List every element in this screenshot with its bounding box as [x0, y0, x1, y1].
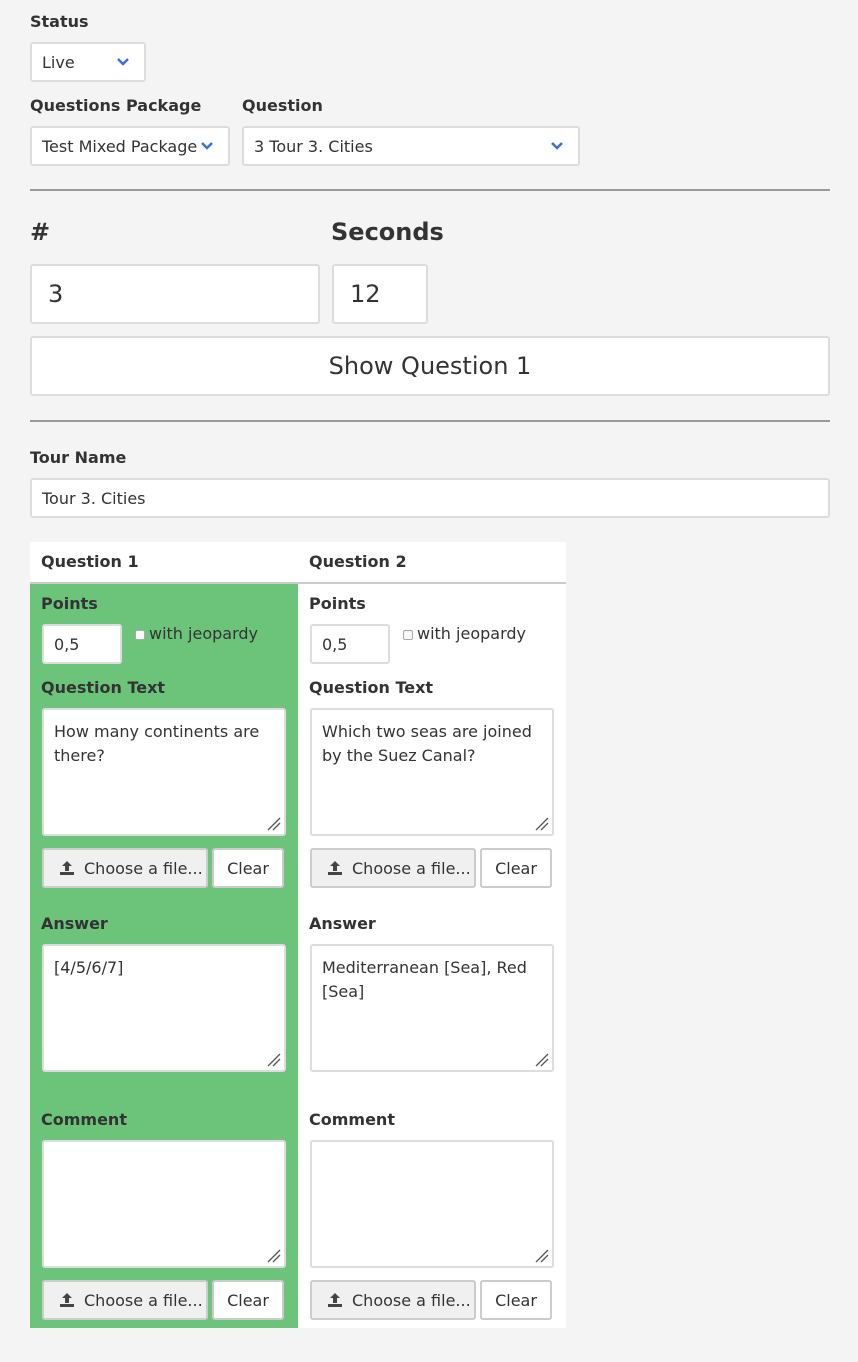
clear-button[interactable]: Clear — [212, 848, 284, 888]
question-text-value: How many continents are there? — [54, 722, 260, 765]
status-label: Status — [30, 12, 89, 31]
tab-question-1[interactable]: Question 1 — [41, 552, 139, 571]
comment-label: Comment — [41, 1110, 127, 1129]
upload-icon — [328, 1293, 342, 1307]
question-select-label: Question — [242, 96, 323, 115]
points-label: Points — [309, 594, 366, 613]
show-question-button[interactable]: Show Question 1 — [30, 336, 830, 396]
tour-name-input[interactable]: Tour 3. Cities — [30, 478, 830, 518]
question-text-label: Question Text — [309, 678, 434, 697]
points-label: Points — [41, 594, 98, 613]
comment-label: Comment — [309, 1110, 395, 1129]
seconds-input[interactable]: 12 — [332, 264, 428, 324]
jeopardy-label: with jeopardy — [149, 624, 258, 643]
chevron-down-icon — [201, 142, 213, 150]
answer-value: Mediterranean [Sea], Red [Sea] — [322, 958, 527, 1001]
answer-label: Answer — [41, 914, 108, 933]
question-text-label: Question Text — [41, 678, 166, 697]
question-text-value: Which two seas are joined by the Suez Ca… — [322, 722, 532, 765]
divider — [30, 189, 830, 191]
choose-file-button[interactable]: Choose a file... — [42, 848, 208, 888]
choose-file-button[interactable]: Choose a file... — [310, 1280, 476, 1320]
jeopardy-label: with jeopardy — [417, 624, 526, 643]
clear-button[interactable]: Clear — [480, 1280, 552, 1320]
number-label: # — [30, 218, 51, 246]
points-input[interactable]: 0,5 — [42, 624, 122, 664]
resize-grip-icon[interactable] — [534, 1052, 550, 1068]
choose-file-label: Choose a file... — [84, 1290, 203, 1310]
answer-label: Answer — [309, 914, 376, 933]
clear-button[interactable]: Clear — [212, 1280, 284, 1320]
seconds-value: 12 — [350, 280, 381, 308]
upload-icon — [328, 861, 342, 875]
chevron-down-icon — [117, 58, 129, 66]
jeopardy-checkbox[interactable] — [403, 630, 413, 640]
upload-icon — [60, 861, 74, 875]
upload-icon — [60, 1293, 74, 1307]
status-value: Live — [42, 52, 75, 72]
resize-grip-icon[interactable] — [266, 816, 282, 832]
tab-question-2[interactable]: Question 2 — [309, 552, 407, 571]
choose-file-label: Choose a file... — [352, 858, 471, 878]
divider — [30, 420, 830, 422]
clear-button[interactable]: Clear — [480, 848, 552, 888]
jeopardy-checkbox[interactable] — [135, 630, 145, 640]
choose-file-button[interactable]: Choose a file... — [310, 848, 476, 888]
number-value: 3 — [48, 280, 64, 308]
resize-grip-icon[interactable] — [266, 1052, 282, 1068]
package-label: Questions Package — [30, 96, 202, 115]
points-value: 0,5 — [322, 634, 348, 654]
choose-file-label: Choose a file... — [84, 858, 203, 878]
points-value: 0,5 — [54, 634, 80, 654]
package-select[interactable]: Test Mixed Package — [30, 126, 230, 166]
package-value: Test Mixed Package — [42, 136, 198, 156]
seconds-label: Seconds — [331, 218, 444, 246]
status-select[interactable]: Live — [30, 42, 146, 82]
resize-grip-icon[interactable] — [266, 1248, 282, 1264]
chevron-down-icon — [551, 142, 563, 150]
choose-file-button[interactable]: Choose a file... — [42, 1280, 208, 1320]
number-input[interactable]: 3 — [30, 264, 320, 324]
question-text-area[interactable]: Which two seas are joined by the Suez Ca… — [310, 708, 554, 836]
answer-value: [4/5/6/7] — [54, 958, 124, 977]
answer-text-area[interactable]: [4/5/6/7] — [42, 944, 286, 1072]
tour-name-value: Tour 3. Cities — [42, 488, 146, 508]
question-select[interactable]: 3 Tour 3. Cities — [242, 126, 580, 166]
answer-text-area[interactable]: Mediterranean [Sea], Red [Sea] — [310, 944, 554, 1072]
tour-name-label: Tour Name — [30, 448, 127, 467]
comment-text-area[interactable] — [42, 1140, 286, 1268]
question-text-area[interactable]: How many continents are there? — [42, 708, 286, 836]
choose-file-label: Choose a file... — [352, 1290, 471, 1310]
points-input[interactable]: 0,5 — [310, 624, 390, 664]
resize-grip-icon[interactable] — [534, 1248, 550, 1264]
question-select-value: 3 Tour 3. Cities — [254, 136, 373, 156]
comment-text-area[interactable] — [310, 1140, 554, 1268]
resize-grip-icon[interactable] — [534, 816, 550, 832]
